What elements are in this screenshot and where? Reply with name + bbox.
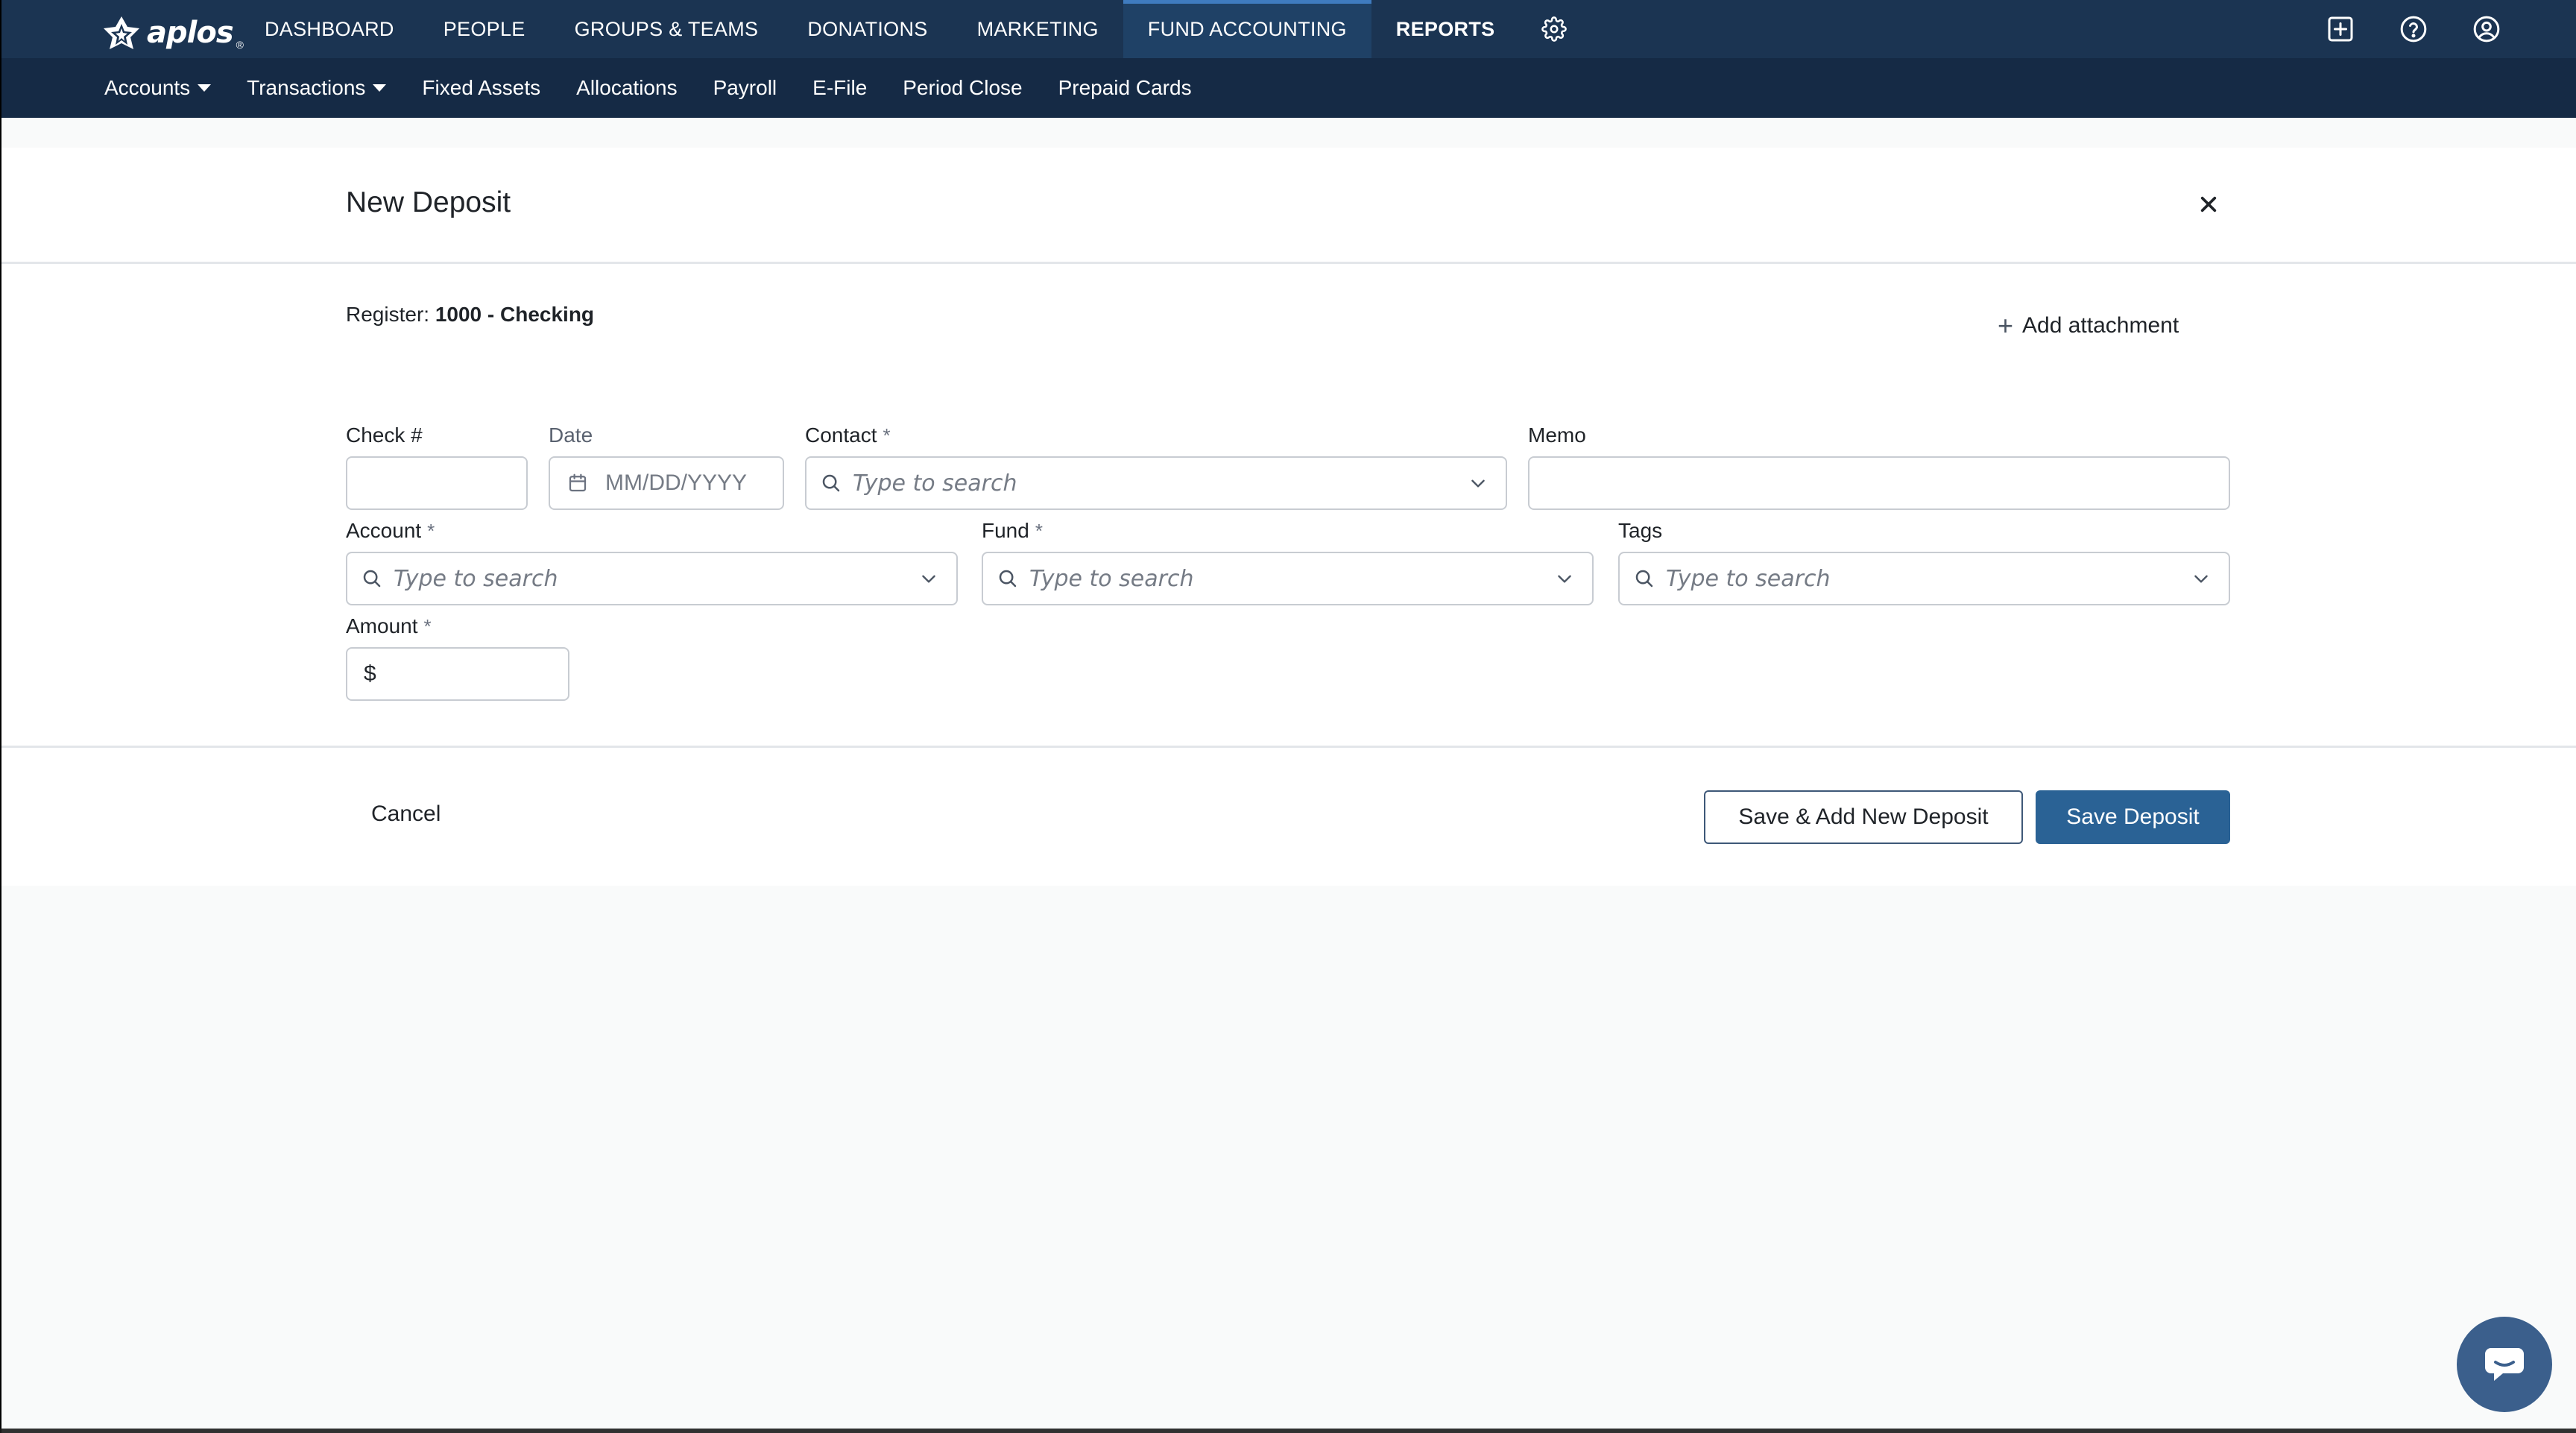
- contact-label-text: Contact: [805, 423, 877, 447]
- add-box-icon: [2328, 16, 2353, 42]
- user-menu-button[interactable]: [2472, 14, 2501, 44]
- subnav-period-close[interactable]: Period Close: [903, 76, 1058, 100]
- close-icon: [2200, 196, 2217, 212]
- required-marker: *: [423, 615, 432, 637]
- amount-label: Amount *: [346, 614, 432, 638]
- fund-placeholder: Type to search: [1029, 565, 1194, 592]
- chat-icon: [2485, 1348, 2524, 1381]
- new-deposit-panel: New Deposit Register: 1000 - Checking + …: [0, 148, 2576, 886]
- account-placeholder: Type to search: [394, 565, 558, 592]
- subnav-prepaid-cards[interactable]: Prepaid Cards: [1058, 76, 1228, 100]
- page-title: New Deposit: [346, 186, 511, 218]
- caret-down-icon: [373, 84, 387, 92]
- nav-donations[interactable]: DONATIONS: [783, 0, 952, 58]
- memo-input[interactable]: [1528, 456, 2230, 510]
- save-add-new-deposit-button[interactable]: Save & Add New Deposit: [1704, 790, 2023, 844]
- fund-label: Fund *: [982, 519, 1043, 543]
- tags-label-text: Tags: [1618, 519, 1663, 542]
- subnav-payroll[interactable]: Payroll: [713, 76, 813, 100]
- settings-button[interactable]: [1519, 0, 1589, 58]
- account-select[interactable]: Type to search: [346, 552, 958, 605]
- window-edge: [0, 0, 1, 1433]
- help-icon: [2400, 16, 2427, 42]
- nav-groups-teams[interactable]: GROUPS & TEAMS: [550, 0, 783, 58]
- logo-wordmark: aplos: [147, 16, 234, 50]
- contact-placeholder: Type to search: [853, 470, 1017, 497]
- nav-marketing[interactable]: MARKETING: [953, 0, 1123, 58]
- search-icon: [999, 570, 1017, 588]
- check-number-label: Check #: [346, 423, 423, 447]
- search-icon: [822, 474, 840, 492]
- search-icon: [363, 570, 381, 588]
- fund-select[interactable]: Type to search: [982, 552, 1594, 605]
- date-label: Date: [549, 423, 593, 447]
- date-input[interactable]: MM/DD/YYYY: [549, 456, 784, 510]
- currency-prefix: $: [364, 661, 376, 686]
- add-attachment-label: Add attachment: [2022, 313, 2179, 338]
- required-marker: *: [427, 520, 435, 542]
- contact-label: Contact *: [805, 423, 891, 447]
- nav-fund-accounting[interactable]: FUND ACCOUNTING: [1123, 0, 1371, 58]
- check-number-input[interactable]: [346, 456, 528, 510]
- date-label-text: Date: [549, 423, 593, 447]
- required-marker: *: [1035, 520, 1043, 542]
- search-icon: [1635, 570, 1653, 588]
- amount-label-text: Amount: [346, 614, 418, 637]
- chevron-down-icon: [1558, 575, 1571, 583]
- tags-placeholder: Type to search: [1666, 565, 1831, 592]
- nav-people[interactable]: PEOPLE: [419, 0, 550, 58]
- nav-reports[interactable]: REPORTS: [1371, 0, 1520, 58]
- window-edge-bottom: [0, 1429, 2576, 1433]
- date-placeholder: MM/DD/YYYY: [605, 470, 748, 495]
- gear-icon: [1541, 16, 1568, 42]
- user-icon: [2473, 16, 2500, 42]
- calendar-icon: [569, 473, 587, 492]
- main-nav: DASHBOARD PEOPLE GROUPS & TEAMS DONATION…: [240, 0, 1589, 58]
- account-label-text: Account: [346, 519, 422, 542]
- register-info: Register: 1000 - Checking: [346, 303, 594, 327]
- tags-label: Tags: [1618, 519, 1662, 543]
- aplos-logo[interactable]: aplos ®: [102, 15, 244, 51]
- help-button[interactable]: [2399, 14, 2428, 44]
- chevron-down-icon: [2194, 575, 2208, 583]
- memo-label-text: Memo: [1528, 423, 1586, 447]
- required-marker: *: [883, 424, 891, 447]
- subnav-allocations[interactable]: Allocations: [576, 76, 713, 100]
- top-nav-bar: aplos ® DASHBOARD PEOPLE GROUPS & TEAMS …: [0, 0, 2576, 58]
- logo-mark-icon: [104, 16, 139, 49]
- cancel-button[interactable]: Cancel: [371, 801, 441, 827]
- quick-add-button[interactable]: [2326, 14, 2355, 44]
- chat-launcher-button[interactable]: [2457, 1317, 2552, 1412]
- sub-nav: Accounts Transactions Fixed Assets Alloc…: [104, 58, 1228, 118]
- fund-label-text: Fund: [982, 519, 1029, 542]
- subnav-efile[interactable]: E-File: [812, 76, 903, 100]
- subnav-transactions[interactable]: Transactions: [247, 76, 422, 100]
- subnav-accounts[interactable]: Accounts: [104, 76, 247, 100]
- sub-nav-bar: Accounts Transactions Fixed Assets Alloc…: [0, 58, 2576, 118]
- check-number-label-text: Check #: [346, 423, 423, 447]
- register-label: Register:: [346, 303, 430, 326]
- nav-dashboard[interactable]: DASHBOARD: [240, 0, 419, 58]
- subnav-fixed-assets[interactable]: Fixed Assets: [422, 76, 576, 100]
- contact-select[interactable]: Type to search: [805, 456, 1507, 510]
- chevron-down-icon: [922, 575, 935, 583]
- memo-label: Memo: [1528, 423, 1586, 447]
- register-value: 1000 - Checking: [435, 303, 595, 326]
- top-right-actions: [2326, 0, 2501, 58]
- chevron-down-icon: [1471, 479, 1485, 488]
- add-attachment-button[interactable]: + Add attachment: [1998, 310, 2179, 341]
- tags-select[interactable]: Type to search: [1618, 552, 2230, 605]
- caret-down-icon: [198, 84, 212, 92]
- account-label: Account *: [346, 519, 435, 543]
- amount-input[interactable]: $: [346, 647, 569, 701]
- plus-icon: +: [1998, 310, 2014, 341]
- panel-header: New Deposit: [0, 148, 2576, 264]
- save-deposit-button[interactable]: Save Deposit: [2036, 790, 2230, 844]
- close-button[interactable]: [2194, 189, 2223, 219]
- subnav-transactions-label: Transactions: [247, 76, 366, 99]
- subnav-accounts-label: Accounts: [104, 76, 191, 99]
